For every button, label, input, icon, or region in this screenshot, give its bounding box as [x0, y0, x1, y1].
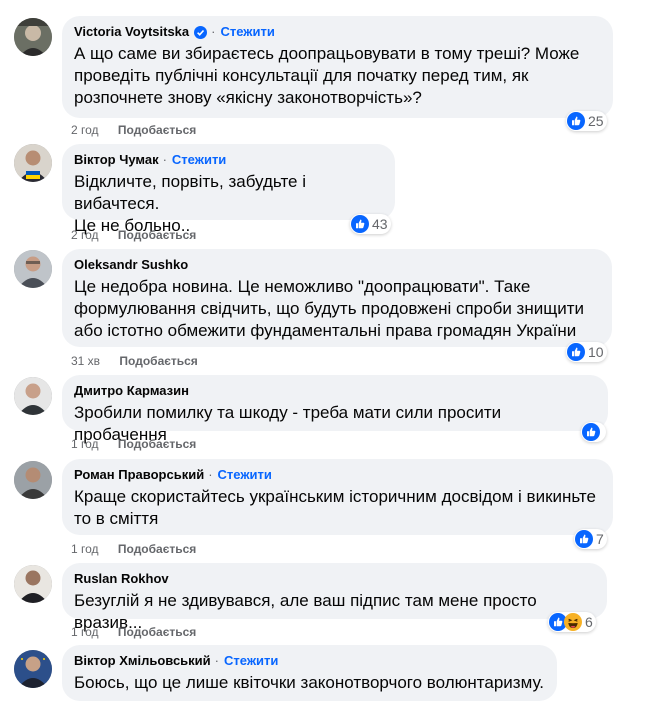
avatar[interactable]: [14, 461, 52, 499]
comment-meta: 1 год Подобається: [71, 625, 196, 639]
comment-bubble: Віктор Хмільовський · Стежити Боюсь, що …: [62, 645, 557, 701]
comment-line: то в сміття: [74, 509, 159, 528]
comment-time[interactable]: 31 хв: [71, 354, 100, 368]
reaction-count: 6: [585, 614, 593, 630]
comment-text: Боюсь, що це лише квіточки законотворчог…: [74, 672, 545, 694]
comment-bubble: Роман Праворський · Стежити Краще скорис…: [62, 459, 613, 535]
like-button[interactable]: Подобається: [118, 542, 196, 556]
avatar[interactable]: [14, 377, 52, 415]
avatar[interactable]: [14, 650, 52, 688]
comment-text: Краще скористайтесь українським історичн…: [74, 486, 601, 530]
reaction-summary[interactable]: 6: [548, 612, 596, 632]
separator-dot: ·: [214, 653, 220, 668]
like-icon: [567, 112, 585, 130]
like-icon: [351, 215, 369, 233]
like-icon: [575, 530, 593, 548]
comment-meta: 2 год Подобається: [71, 123, 196, 137]
avatar[interactable]: [14, 250, 52, 288]
comment-text: А що саме ви збираєтесь доопрацьовувати …: [74, 43, 601, 109]
comment-author[interactable]: Ruslan Rokhov: [74, 571, 169, 587]
follow-button[interactable]: Стежити: [218, 467, 272, 483]
comment-author[interactable]: Oleksandr Sushko: [74, 257, 188, 273]
comment-bubble: Віктор Чумак · Стежити Відкличте, порвіт…: [62, 144, 395, 235]
reaction-count: 7: [596, 531, 604, 547]
comment-author[interactable]: Victoria Voytsitska: [74, 24, 189, 40]
comment-time[interactable]: 2 год: [71, 123, 99, 137]
like-icon: [567, 343, 585, 361]
like-icon: [582, 423, 600, 441]
separator-dot: ·: [162, 152, 167, 167]
comment-line: Це недобра новина. Це неможливо "доопрац…: [74, 277, 531, 296]
comment-meta: 31 хв Подобається: [71, 354, 198, 368]
comment-time[interactable]: 1 год: [71, 437, 99, 451]
avatar[interactable]: [14, 144, 52, 182]
verified-badge-icon: [194, 25, 208, 39]
like-button[interactable]: Подобається: [118, 228, 196, 242]
comment-line: Боюсь, що це лише квіточки законотворчог…: [74, 673, 544, 692]
comment-meta: 1 год Подобається: [71, 437, 196, 451]
comment-bubble: Ruslan Rokhov Безуглій я не здивувався, …: [62, 563, 607, 632]
comment-author[interactable]: Віктор Хмільовський: [74, 653, 211, 669]
follow-button[interactable]: Стежити: [220, 24, 274, 40]
like-button[interactable]: Подобається: [118, 625, 196, 639]
avatar[interactable]: [14, 18, 52, 56]
reaction-summary[interactable]: 43: [350, 214, 391, 234]
comment-line: Краще скористайтесь українським історичн…: [74, 487, 596, 506]
reaction-summary[interactable]: 25: [566, 111, 607, 131]
comment-author[interactable]: Дмитро Кармазин: [74, 383, 189, 399]
follow-button[interactable]: Стежити: [172, 152, 226, 168]
comment-meta: 1 год Подобається: [71, 542, 196, 556]
reaction-summary[interactable]: [581, 422, 606, 442]
separator-dot: ·: [211, 24, 216, 39]
haha-icon: [564, 613, 582, 631]
comment-line: або істотно обмежити фундаментальні прав…: [74, 321, 577, 340]
like-button[interactable]: Подобається: [119, 354, 197, 368]
like-button[interactable]: Подобається: [118, 123, 196, 137]
comment-time[interactable]: 1 год: [71, 542, 99, 556]
comment-line: проведіть публічні консультації для поча…: [74, 66, 529, 85]
reaction-count: 10: [588, 344, 604, 360]
comment-author[interactable]: Віктор Чумак: [74, 152, 159, 168]
comment-bubble: Oleksandr Sushko Це недобра новина. Це н…: [62, 249, 612, 347]
reaction-count: 43: [372, 216, 388, 232]
reaction-summary[interactable]: 7: [574, 529, 607, 549]
reaction-count: 25: [588, 113, 604, 129]
comment-line: А що саме ви збираєтесь доопрацьовувати …: [74, 44, 580, 63]
separator-dot: ·: [208, 467, 213, 482]
comment-author[interactable]: Роман Праворський: [74, 467, 204, 483]
comment-line: розпочнете знову «якісну законотворчість…: [74, 88, 422, 107]
avatar[interactable]: [14, 565, 52, 603]
comment-time[interactable]: 2 год: [71, 228, 99, 242]
comment-line: Відкличте, порвіть, забудьте і вибачтеся…: [74, 172, 306, 213]
reaction-summary[interactable]: 10: [566, 342, 607, 362]
comment-bubble: Дмитро Кармазин Зробили помилку та шкоду…: [62, 375, 608, 444]
comment-time[interactable]: 1 год: [71, 625, 99, 639]
follow-button[interactable]: Стежити: [224, 653, 278, 669]
comment-line: формулювання свідчить, що будуть продовж…: [74, 299, 584, 318]
comment-meta: 2 год Подобається: [71, 228, 196, 242]
comment-bubble: Victoria Voytsitska · Стежити А що саме …: [62, 16, 613, 118]
comment-text: Це недобра новина. Це неможливо "доопрац…: [74, 276, 600, 342]
like-button[interactable]: Подобається: [118, 437, 196, 451]
